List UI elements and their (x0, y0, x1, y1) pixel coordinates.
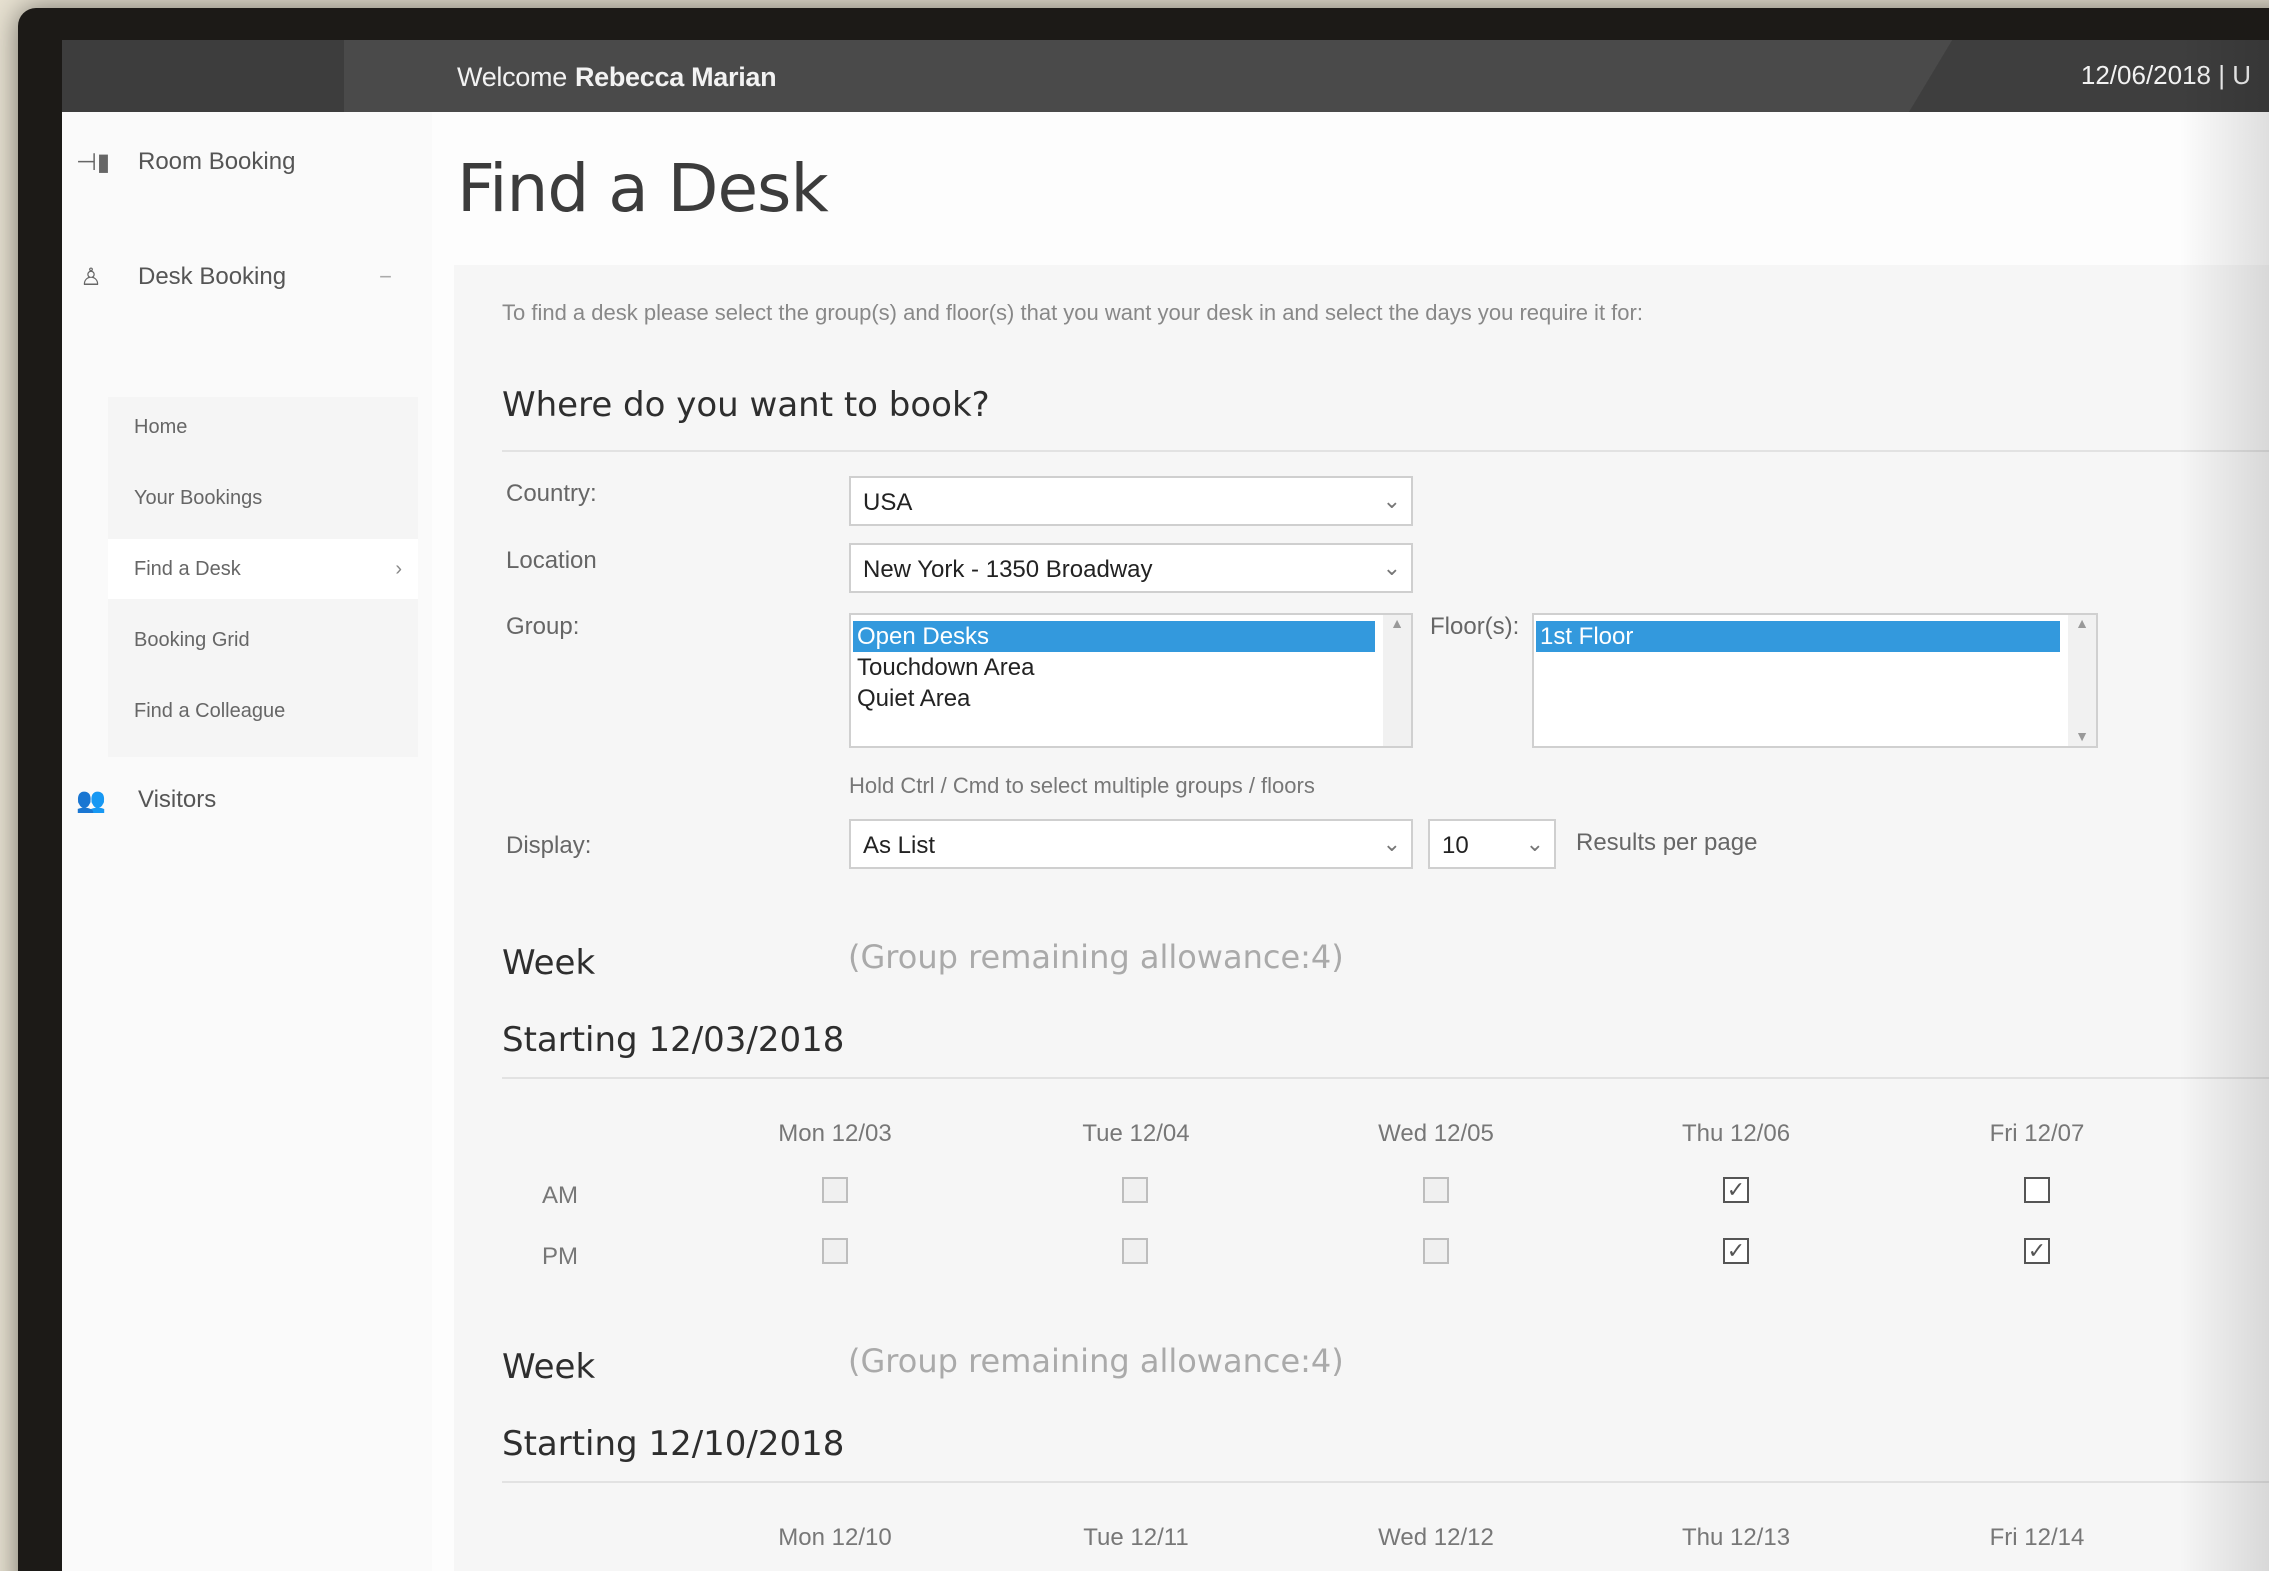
logo-area (62, 40, 344, 112)
chevron-down-icon: ⌄ (1525, 831, 1544, 856)
current-date: 12/06/2018 | U (2080, 60, 2251, 90)
location-label: Location (506, 547, 597, 574)
people-icon: 👥 (76, 786, 106, 814)
display-value: As List (863, 832, 936, 859)
sidebar: ⊣▮ Room Booking ♙ Desk Booking − Home Yo… (62, 112, 432, 1571)
day-header: Wed 12/12 (1378, 1524, 1494, 1551)
floor-listbox[interactable]: 1st Floor ▲ ▼ (1532, 613, 2098, 748)
display-label: Display: (506, 832, 592, 859)
section-heading: Where do you want to book? (502, 385, 990, 425)
pm-checkbox-tue (1122, 1238, 1148, 1264)
floor-scrollbar[interactable]: ▲ ▼ (2068, 615, 2096, 746)
scroll-up-icon[interactable]: ▲ (1383, 615, 1411, 631)
sidebar-item-label: Your Bookings (134, 486, 263, 509)
week-title: Week (502, 943, 596, 983)
week-starting: Starting 12/10/2018 (502, 1424, 845, 1464)
week-title: Week (502, 1347, 596, 1387)
day-header: Tue 12/11 (1083, 1524, 1189, 1551)
pm-label: PM (542, 1243, 578, 1270)
sidebar-item-label: Find a Colleague (134, 699, 286, 722)
sidebar-item-find-a-colleague[interactable]: Find a Colleague (108, 681, 418, 741)
sidebar-item-label: Desk Booking (138, 263, 287, 290)
day-header: Mon 12/10 (778, 1524, 892, 1551)
user-name[interactable]: Rebecca Marian (575, 62, 777, 92)
desk-booking-submenu: Home Your Bookings Find a Desk › Booking… (108, 397, 418, 757)
chevron-down-icon: ⌄ (1382, 555, 1401, 580)
results-per-page-select[interactable]: 10 ⌄ (1428, 819, 1556, 869)
sidebar-item-home[interactable]: Home (108, 397, 418, 457)
search-panel (454, 265, 2269, 1571)
page-title: Find a Desk (457, 150, 829, 227)
am-checkbox-mon (822, 1177, 848, 1203)
display-select[interactable]: As List ⌄ (849, 819, 1413, 869)
chevron-down-icon: ⌄ (1382, 488, 1401, 513)
group-option-quiet-area[interactable]: Quiet Area (853, 683, 1375, 714)
pm-checkbox-wed (1423, 1238, 1449, 1264)
divider (502, 450, 2269, 452)
divider (502, 1481, 2269, 1483)
am-label: AM (542, 1182, 578, 1209)
day-header: Mon 12/03 (778, 1120, 892, 1147)
intro-text: To find a desk please select the group(s… (502, 300, 1643, 325)
pm-checkbox-mon (822, 1238, 848, 1264)
app-screen: Welcome Rebecca Marian 12/06/2018 | U ⊣▮ … (62, 40, 2269, 1571)
day-header: Thu 12/06 (1681, 1120, 1791, 1147)
sidebar-item-desk-booking[interactable]: ♙ Desk Booking − (62, 247, 432, 307)
sidebar-item-label: Home (134, 415, 188, 438)
country-label: Country: (506, 480, 597, 507)
group-scrollbar[interactable]: ▲ (1383, 615, 1411, 746)
location-select[interactable]: New York - 1350 Broadway ⌄ (849, 543, 1413, 593)
group-allowance: (Group remaining allowance:4) (848, 1342, 1344, 1380)
results-per-page-label: Results per page (1576, 829, 1758, 856)
sidebar-item-label: Visitors (138, 786, 217, 813)
week-starting: Starting 12/03/2018 (502, 1020, 845, 1060)
sidebar-item-booking-grid[interactable]: Booking Grid (108, 610, 418, 670)
chevron-down-icon: ⌄ (1382, 831, 1401, 856)
person-icon: ♙ (80, 263, 102, 291)
sidebar-item-label: Booking Grid (134, 628, 250, 651)
top-bar: Welcome Rebecca Marian 12/06/2018 | U (62, 40, 2269, 112)
day-header: Tue 12/04 (1082, 1120, 1190, 1147)
floor-option-1st-floor[interactable]: 1st Floor (1536, 621, 2060, 652)
am-checkbox-wed (1423, 1177, 1449, 1203)
welcome-prefix: Welcome (457, 62, 567, 92)
group-allowance: (Group remaining allowance:4) (848, 938, 1344, 976)
group-option-open-desks[interactable]: Open Desks (853, 621, 1375, 652)
divider (502, 1077, 2269, 1079)
door-icon: ⊣▮ (76, 148, 111, 176)
pm-checkbox-fri[interactable]: ✓ (2024, 1238, 2050, 1264)
sidebar-item-your-bookings[interactable]: Your Bookings (108, 468, 418, 528)
am-checkbox-tue (1122, 1177, 1148, 1203)
per-page-value: 10 (1442, 832, 1469, 859)
group-listbox[interactable]: Open Desks Touchdown Area Quiet Area ▲ (849, 613, 1413, 748)
sidebar-item-room-booking[interactable]: ⊣▮ Room Booking (62, 132, 432, 192)
group-label: Group: (506, 613, 580, 640)
floor-label: Floor(s): (1430, 613, 1520, 640)
scroll-down-icon[interactable]: ▼ (2068, 728, 2096, 744)
sidebar-item-label: Find a Desk (134, 557, 241, 580)
location-value: New York - 1350 Broadway (863, 556, 1153, 583)
day-header: Thu 12/13 (1681, 1524, 1791, 1551)
sidebar-item-visitors[interactable]: 👥 Visitors (62, 770, 432, 830)
country-value: USA (863, 489, 913, 516)
collapse-toggle[interactable]: − (379, 264, 392, 290)
day-header: Wed 12/05 (1378, 1120, 1494, 1147)
pm-checkbox-thu[interactable]: ✓ (1723, 1238, 1749, 1264)
am-checkbox-thu[interactable]: ✓ (1723, 1177, 1749, 1203)
welcome-message: Welcome Rebecca Marian (457, 62, 777, 93)
chevron-right-icon: › (395, 557, 402, 580)
group-option-touchdown-area[interactable]: Touchdown Area (853, 652, 1375, 683)
country-select[interactable]: USA ⌄ (849, 476, 1413, 526)
am-checkbox-fri[interactable] (2024, 1177, 2050, 1203)
sidebar-item-find-a-desk[interactable]: Find a Desk › (108, 539, 418, 599)
sidebar-item-label: Room Booking (138, 148, 296, 175)
day-header: Fri 12/14 (1989, 1524, 2085, 1551)
multi-select-hint: Hold Ctrl / Cmd to select multiple group… (849, 773, 1315, 798)
scroll-up-icon[interactable]: ▲ (2068, 615, 2096, 631)
day-header: Fri 12/07 (1989, 1120, 2085, 1147)
